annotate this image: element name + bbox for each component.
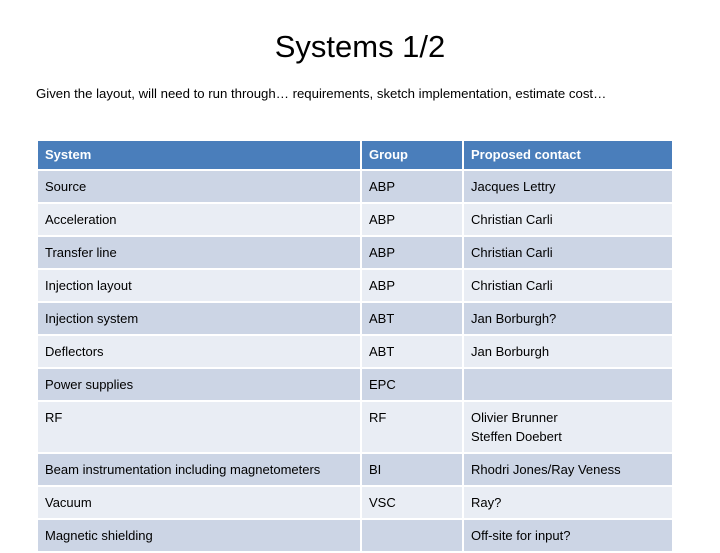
table-row: Power supplies EPC: [38, 369, 672, 400]
cell-group: BI: [362, 454, 462, 485]
cell-system: Transfer line: [38, 237, 360, 268]
slide: Systems 1/2 Given the layout, will need …: [0, 0, 720, 551]
cell-contact: Christian Carli: [464, 204, 672, 235]
table-header-row: System Group Proposed contact: [38, 141, 672, 169]
cell-contact-line: Christian Carli: [471, 278, 553, 293]
cell-contact-line: Jan Borburgh?: [471, 311, 557, 326]
cell-group: EPC: [362, 369, 462, 400]
table-body: Source ABP Jacques Lettry Acceleration ABP Ch…: [38, 171, 672, 551]
cell-group: ABP: [362, 237, 462, 268]
cell-contact-line: Ray?: [471, 495, 502, 510]
table-row: Beam instrumentation including magnetome…: [38, 454, 672, 485]
cell-contact: Christian Carli: [464, 237, 672, 268]
table-header: System Group Proposed contact: [38, 141, 672, 169]
cell-group: RF: [362, 402, 462, 452]
cell-contact: Jan Borburgh: [464, 336, 672, 367]
cell-contact: Ray?: [464, 487, 672, 518]
cell-contact-line: Olivier Brunner: [471, 410, 558, 425]
cell-contact-line: Jacques Lettry: [471, 179, 556, 194]
cell-system: Power supplies: [38, 369, 360, 400]
cell-group: ABT: [362, 336, 462, 367]
table-row: Vacuum VSC Ray?: [38, 487, 672, 518]
table-row: RF RF Olivier Brunner Steffen Doebert: [38, 402, 672, 452]
cell-system: Deflectors: [38, 336, 360, 367]
table-row: Transfer line ABP Christian Carli: [38, 237, 672, 268]
cell-contact-line: Jan Borburgh: [471, 344, 550, 359]
table-row: Deflectors ABT Jan Borburgh: [38, 336, 672, 367]
cell-system: Source: [38, 171, 360, 202]
cell-contact: Off-site for input?: [464, 520, 672, 551]
cell-contact: Jan Borburgh?: [464, 303, 672, 334]
column-header-group: Group: [362, 141, 462, 169]
cell-system: Injection layout: [38, 270, 360, 301]
column-header-system: System: [38, 141, 360, 169]
systems-table: System Group Proposed contact Source ABP J…: [36, 139, 674, 553]
page-title: Systems 1/2: [274, 29, 446, 64]
cell-group: ABP: [362, 270, 462, 301]
table-row: Magnetic shielding Off-site for input?: [38, 520, 672, 551]
cell-contact: Olivier Brunner Steffen Doebert: [464, 402, 672, 452]
intro-paragraph: Given the layout, will need to run throu…: [36, 86, 607, 101]
cell-system: RF: [38, 402, 360, 452]
table-row: Injection system ABT Jan Borburgh?: [38, 303, 672, 334]
cell-system: Acceleration: [38, 204, 360, 235]
cell-group: VSC: [362, 487, 462, 518]
table-row: Acceleration ABP Christian Carli: [38, 204, 672, 235]
table-row: Injection layout ABP Christian Carli: [38, 270, 672, 301]
systems-table-container: System Group Proposed contact Source ABP J…: [36, 139, 672, 553]
cell-system: Beam instrumentation including magnetome…: [38, 454, 360, 485]
cell-contact-line: Christian Carli: [471, 245, 553, 260]
cell-contact-line-2: Steffen Doebert: [471, 429, 562, 444]
cell-group: ABP: [362, 204, 462, 235]
cell-system: Magnetic shielding: [38, 520, 360, 551]
table-row: Source ABP Jacques Lettry: [38, 171, 672, 202]
cell-system: Injection system: [38, 303, 360, 334]
cell-contact-line: Rhodri Jones/Ray Veness: [471, 462, 621, 477]
column-header-contact: Proposed contact: [464, 141, 672, 169]
cell-contact: Rhodri Jones/Ray Veness: [464, 454, 672, 485]
cell-contact-line: Christian Carli: [471, 212, 553, 227]
cell-group: ABT: [362, 303, 462, 334]
cell-contact: [464, 369, 672, 400]
cell-contact: Jacques Lettry: [464, 171, 672, 202]
cell-group: ABP: [362, 171, 462, 202]
cell-group: [362, 520, 462, 551]
cell-contact-line: Off-site for input?: [471, 528, 571, 543]
cell-system: Vacuum: [38, 487, 360, 518]
cell-contact: Christian Carli: [464, 270, 672, 301]
